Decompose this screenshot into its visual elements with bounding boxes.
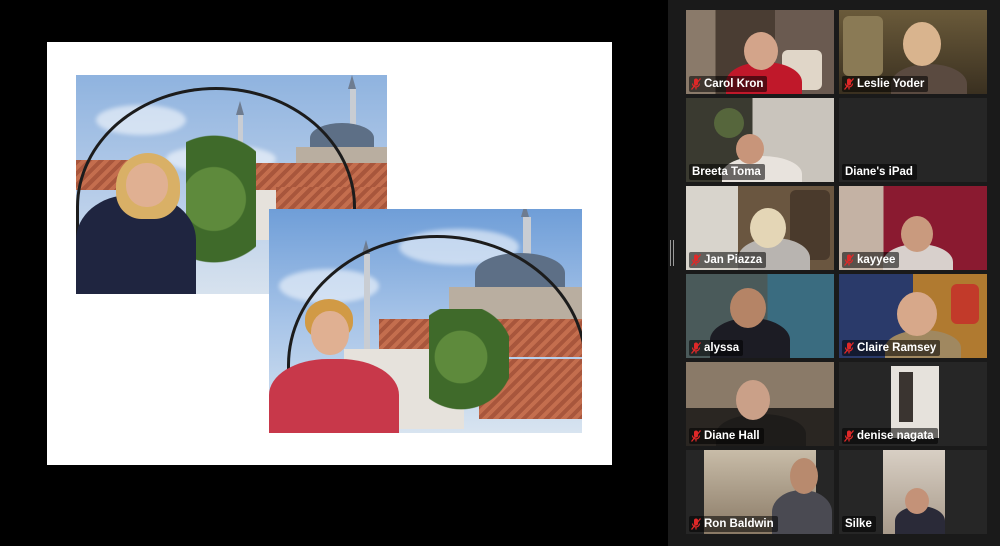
participant-tile[interactable]: Diane Hall bbox=[686, 362, 834, 446]
participant-name: Claire Ramsey bbox=[857, 342, 937, 354]
participant-name: Diane's iPad bbox=[845, 166, 913, 178]
participant-name: Leslie Yoder bbox=[857, 78, 925, 90]
participant-name: denise nagata bbox=[857, 430, 934, 442]
participant-name-label: kayyee bbox=[842, 252, 900, 268]
participant-tile[interactable]: Claire Ramsey bbox=[839, 274, 987, 358]
participant-name: Carol Kron bbox=[704, 78, 764, 90]
participant-name: Silke bbox=[845, 518, 872, 530]
muted-mic-icon bbox=[691, 342, 701, 354]
participant-name: alyssa bbox=[704, 342, 740, 354]
participant-name-label: Diane's iPad bbox=[842, 164, 917, 180]
participant-name-label: Jan Piazza bbox=[689, 252, 767, 268]
muted-mic-icon bbox=[844, 430, 854, 442]
participant-tile[interactable]: Jan Piazza bbox=[686, 186, 834, 270]
participant-tile[interactable]: Carol Kron bbox=[686, 10, 834, 94]
shared-screen-area bbox=[0, 0, 668, 546]
participant-name: Jan Piazza bbox=[704, 254, 763, 266]
muted-mic-icon bbox=[844, 78, 854, 90]
muted-mic-icon bbox=[691, 518, 701, 530]
participant-name: Ron Baldwin bbox=[704, 518, 774, 530]
slide-photo-woman-rooftop-2 bbox=[269, 209, 582, 433]
participant-tile[interactable]: denise nagata bbox=[839, 362, 987, 446]
participant-tile[interactable]: Ron Baldwin bbox=[686, 450, 834, 534]
muted-mic-icon bbox=[844, 254, 854, 266]
participant-tile[interactable]: Breeta Toma bbox=[686, 98, 834, 182]
gallery-resize-handle[interactable] bbox=[670, 240, 674, 266]
participant-name-label: alyssa bbox=[689, 340, 744, 356]
participant-tile[interactable]: alyssa bbox=[686, 274, 834, 358]
muted-mic-icon bbox=[691, 254, 701, 266]
muted-mic-icon bbox=[691, 430, 701, 442]
participant-name-label: Silke bbox=[842, 516, 876, 532]
participant-name-label: Breeta Toma bbox=[689, 164, 765, 180]
participant-tile[interactable]: Silke bbox=[839, 450, 987, 534]
participant-name-label: denise nagata bbox=[842, 428, 938, 444]
presentation-slide bbox=[47, 42, 612, 465]
participant-name-label: Claire Ramsey bbox=[842, 340, 941, 356]
muted-mic-icon bbox=[844, 342, 854, 354]
participant-tile[interactable]: Leslie Yoder bbox=[839, 10, 987, 94]
video-gallery: Carol Kron Leslie Yoder Breeta Toma Dian… bbox=[686, 10, 988, 534]
participant-name-label: Ron Baldwin bbox=[689, 516, 778, 532]
participant-name: Breeta Toma bbox=[692, 166, 761, 178]
participant-tile[interactable]: kayyee bbox=[839, 186, 987, 270]
participant-name: kayyee bbox=[857, 254, 896, 266]
participant-name: Diane Hall bbox=[704, 430, 760, 442]
participant-name-label: Leslie Yoder bbox=[842, 76, 929, 92]
participant-name-label: Carol Kron bbox=[689, 76, 768, 92]
participant-tile[interactable]: Diane's iPad bbox=[839, 98, 987, 182]
participant-name-label: Diane Hall bbox=[689, 428, 764, 444]
muted-mic-icon bbox=[691, 78, 701, 90]
